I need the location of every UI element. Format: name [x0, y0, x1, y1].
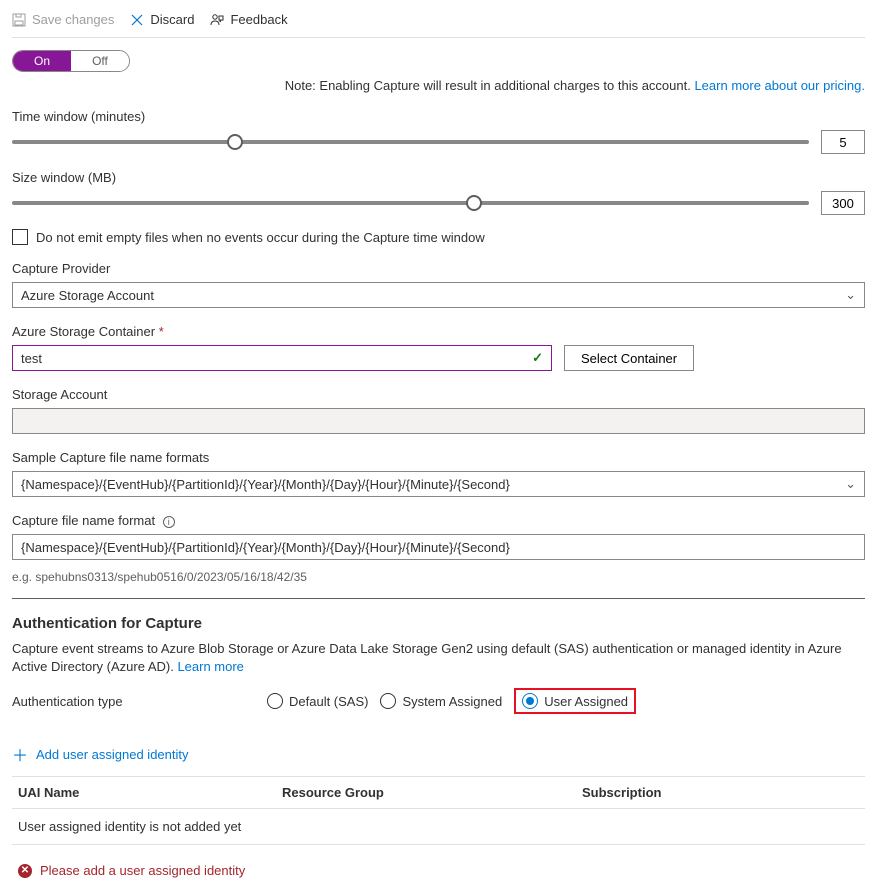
- toolbar: Save changes Discard Feedback: [12, 8, 865, 38]
- file-format-example: e.g. spehubns0313/spehub0516/0/2023/05/1…: [12, 570, 865, 584]
- feedback-button[interactable]: Feedback: [210, 12, 287, 27]
- auth-heading: Authentication for Capture: [12, 615, 865, 632]
- col-subscription: Subscription: [582, 785, 865, 800]
- size-window-value[interactable]: [821, 191, 865, 215]
- auth-description: Capture event streams to Azure Blob Stor…: [12, 640, 865, 676]
- radio-icon: [522, 693, 538, 709]
- identity-table-header: UAI Name Resource Group Subscription: [12, 776, 865, 809]
- close-icon: [130, 13, 144, 27]
- capture-provider-label: Capture Provider: [12, 261, 865, 276]
- size-window-slider[interactable]: [12, 201, 809, 205]
- error-message: ✕ Please add a user assigned identity: [12, 863, 865, 878]
- slider-thumb[interactable]: [466, 195, 482, 211]
- save-button: Save changes: [12, 12, 114, 27]
- file-format-input[interactable]: {Namespace}/{EventHub}/{PartitionId}/{Ye…: [12, 534, 865, 560]
- radio-icon: [267, 693, 283, 709]
- file-format-label: Capture file name format i: [12, 513, 865, 528]
- radio-user-assigned[interactable]: User Assigned: [522, 693, 628, 709]
- time-window-label: Time window (minutes): [12, 109, 865, 124]
- highlight-box: User Assigned: [514, 688, 636, 714]
- storage-container-label: Azure Storage Container *: [12, 324, 865, 339]
- auth-type-radio-group: Default (SAS) System Assigned User Assig…: [267, 688, 636, 714]
- radio-default-sas[interactable]: Default (SAS): [267, 693, 368, 709]
- emit-empty-checkbox[interactable]: [12, 229, 28, 245]
- radio-icon: [380, 693, 396, 709]
- feedback-icon: [210, 13, 224, 27]
- chevron-down-icon: ⌄: [845, 476, 856, 492]
- pricing-link[interactable]: Learn more about our pricing.: [694, 78, 865, 93]
- storage-account-label: Storage Account: [12, 387, 865, 402]
- emit-empty-label: Do not emit empty files when no events o…: [36, 230, 485, 245]
- time-window-value[interactable]: [821, 130, 865, 154]
- time-window-slider[interactable]: [12, 140, 809, 144]
- size-window-label: Size window (MB): [12, 170, 865, 185]
- chevron-down-icon: ⌄: [845, 287, 856, 303]
- discard-label: Discard: [150, 12, 194, 27]
- auth-type-label: Authentication type: [12, 694, 267, 709]
- slider-thumb[interactable]: [227, 134, 243, 150]
- toggle-off: Off: [71, 51, 129, 71]
- storage-container-input[interactable]: test ✓: [12, 345, 552, 371]
- error-icon: ✕: [18, 864, 32, 878]
- radio-system-assigned[interactable]: System Assigned: [380, 693, 502, 709]
- auth-learn-link[interactable]: Learn more: [177, 659, 243, 674]
- col-resource-group: Resource Group: [282, 785, 582, 800]
- capture-provider-select[interactable]: Azure Storage Account ⌄: [12, 282, 865, 308]
- sample-formats-label: Sample Capture file name formats: [12, 450, 865, 465]
- save-icon: [12, 13, 26, 27]
- toggle-on: On: [13, 51, 71, 71]
- discard-button[interactable]: Discard: [130, 12, 194, 27]
- col-uai-name: UAI Name: [12, 785, 282, 800]
- info-icon[interactable]: i: [163, 516, 175, 528]
- storage-account-input: [12, 408, 865, 434]
- select-container-button[interactable]: Select Container: [564, 345, 694, 371]
- identity-table-empty: User assigned identity is not added yet: [12, 809, 865, 845]
- add-identity-button[interactable]: ＋ Add user assigned identity: [12, 736, 865, 772]
- capture-toggle[interactable]: On Off: [12, 50, 130, 72]
- plus-icon: ＋: [12, 742, 28, 766]
- sample-formats-select[interactable]: {Namespace}/{EventHub}/{PartitionId}/{Ye…: [12, 471, 865, 497]
- check-icon: ✓: [532, 350, 543, 366]
- divider: [12, 598, 865, 599]
- feedback-label: Feedback: [230, 12, 287, 27]
- save-label: Save changes: [32, 12, 114, 27]
- pricing-note: Note: Enabling Capture will result in ad…: [12, 78, 865, 93]
